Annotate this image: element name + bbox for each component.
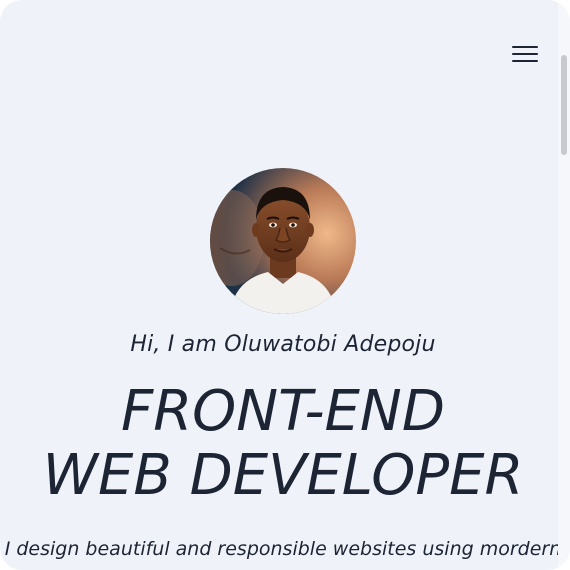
- page-title-line-1: FRONT-END: [121, 379, 445, 444]
- greeting-text: Hi, I am Oluwatobi Adepoju: [130, 332, 436, 357]
- page: Hi, I am Oluwatobi Adepoju FRONT-END WEB…: [0, 0, 570, 570]
- tagline-text: I design beautiful and responsible websi…: [4, 538, 562, 560]
- hamburger-menu-button[interactable]: [506, 40, 542, 68]
- page-title-line-2: WEB DEVELOPER: [42, 443, 524, 508]
- hamburger-menu-icon: [512, 46, 538, 48]
- profile-photo: [210, 168, 356, 314]
- scrollbar-thumb[interactable]: [561, 55, 567, 155]
- avatar: [210, 168, 356, 314]
